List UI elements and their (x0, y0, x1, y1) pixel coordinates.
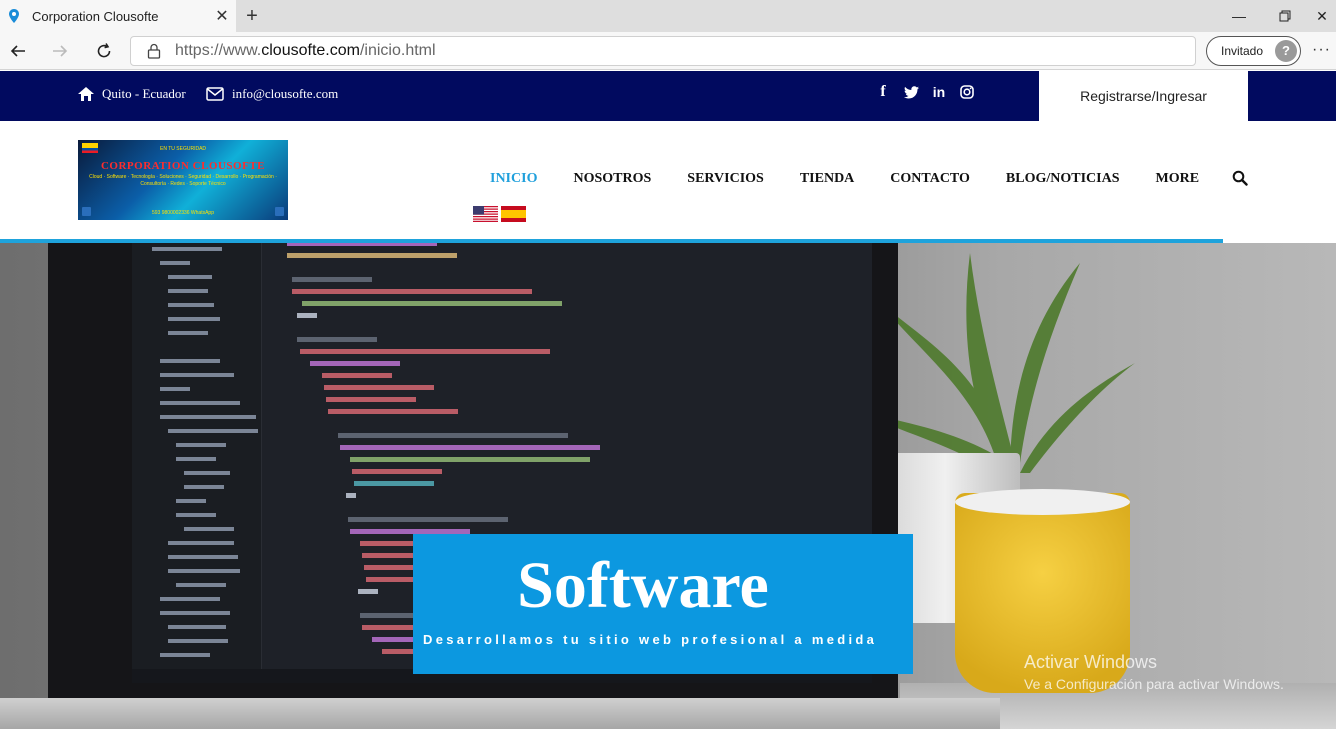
browser-tab[interactable]: Corporation Clousofte ✕ (0, 0, 236, 32)
twitter-icon (275, 207, 284, 216)
social-links: f in (874, 83, 976, 101)
site-header: EN TU SEGURIDAD CORPORATION CLOUSOFTE Cl… (0, 121, 1336, 239)
location-info: Quito - Ecuador (78, 86, 186, 102)
browser-tabstrip: Corporation Clousofte ✕ + — ✕ (0, 0, 1336, 32)
watermark-subtitle: Ve a Configuración para activar Windows. (1024, 676, 1284, 692)
company-logo[interactable]: EN TU SEGURIDAD CORPORATION CLOUSOFTE Cl… (78, 140, 288, 220)
nav-item-nosotros[interactable]: NOSOTROS (573, 171, 651, 187)
logo-subtitle: Cloud · Software · Tecnología · Solucion… (89, 174, 277, 187)
email-text: info@clousofte.com (232, 86, 339, 101)
restore-icon[interactable] (1262, 0, 1308, 32)
profile-label: Invitado (1221, 44, 1264, 58)
home-icon (78, 87, 94, 101)
location-text: Quito - Ecuador (102, 86, 186, 101)
facebook-icon[interactable]: f (874, 83, 892, 101)
back-icon[interactable] (4, 37, 32, 65)
close-tab-icon[interactable]: ✕ (208, 6, 236, 26)
profile-button[interactable]: Invitado ? (1206, 36, 1301, 66)
tab-title: Corporation Clousofte (32, 8, 159, 24)
hero-subtitle: Desarrollamos tu sitio web profesional a… (423, 632, 878, 647)
nav-item-servicios[interactable]: SERVICIOS (687, 171, 764, 187)
linkedin-icon[interactable]: in (930, 83, 948, 101)
logo-whatsapp: 593 9800002336 WhatsApp (152, 210, 214, 216)
reload-icon[interactable] (90, 37, 118, 65)
forward-icon[interactable] (46, 37, 74, 65)
new-tab-icon[interactable]: + (240, 4, 264, 28)
laptop-base (0, 698, 1000, 729)
windows-activation-watermark: Activar Windows Ve a Configuración para … (1024, 652, 1284, 692)
location-pin-icon (9, 9, 19, 23)
us-flag-icon[interactable] (473, 206, 498, 222)
nav-item-more[interactable]: MORE (1156, 171, 1200, 187)
logo-title: CORPORATION CLOUSOFTE (100, 160, 265, 172)
close-window-icon[interactable]: ✕ (1308, 0, 1336, 32)
language-switcher (473, 206, 526, 222)
lock-icon (147, 43, 161, 59)
hero-title: Software (517, 549, 769, 622)
nav-item-inicio[interactable]: INICIO (490, 171, 537, 187)
register-login-button[interactable]: Registrarse/Ingresar (1039, 71, 1248, 121)
spain-flag-icon[interactable] (501, 206, 526, 222)
minimize-icon[interactable]: — (1216, 0, 1262, 32)
logo-top-text: EN TU SEGURIDAD (159, 146, 207, 152)
search-icon[interactable] (1232, 170, 1248, 186)
url-field[interactable]: https://www.clousofte.com/inicio.html (130, 36, 1196, 66)
nav-item-blog[interactable]: BLOG/NOTICIAS (1006, 171, 1120, 187)
guest-avatar-icon: ? (1275, 40, 1297, 62)
envelope-icon (206, 87, 224, 101)
watermark-title: Activar Windows (1024, 652, 1158, 672)
site-topbar: Quito - Ecuador info@clousofte.com f in … (0, 71, 1336, 121)
email-info[interactable]: info@clousofte.com (206, 86, 338, 102)
more-options-icon[interactable]: ··· (1312, 41, 1331, 59)
nav-item-contacto[interactable]: CONTACTO (890, 171, 970, 187)
twitter-icon[interactable] (902, 83, 920, 101)
main-nav: INICIO NOSOTROS SERVICIOS TIENDA CONTACT… (490, 171, 1235, 187)
instagram-icon[interactable] (958, 83, 976, 101)
hero-caption-box: Software Desarrollamos tu sitio web prof… (413, 534, 913, 674)
nav-item-tienda[interactable]: TIENDA (800, 171, 854, 187)
linkedin-icon (82, 207, 91, 216)
url-text: https://www.clousofte.com/inicio.html (175, 42, 436, 59)
mug-rim (955, 489, 1130, 515)
address-bar-row: https://www.clousofte.com/inicio.html In… (0, 32, 1336, 70)
